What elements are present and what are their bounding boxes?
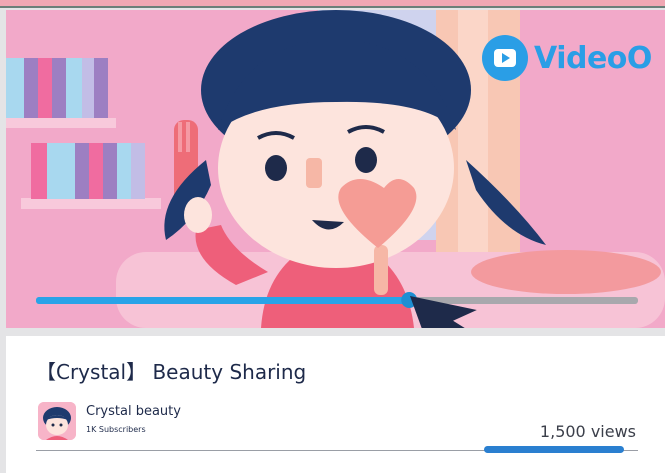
view-count: 1,500 views: [539, 422, 636, 441]
video-info-panel: 【Crystal】 Beauty Sharing Crystal beauty …: [6, 336, 665, 473]
brand-name: VideoO: [534, 40, 652, 76]
channel-name[interactable]: Crystal beauty: [86, 404, 181, 419]
progress-fill: [36, 297, 410, 304]
brand-logo: VideoO: [482, 34, 652, 82]
app-window: VideoO 【Crystal】 Beauty Sharing Crystal …: [0, 0, 665, 473]
video-title[interactable]: 【Crystal】 Beauty Sharing: [36, 356, 306, 385]
play-icon: [482, 35, 528, 81]
subscriber-count: 1K Subscribers: [86, 425, 146, 434]
view-meter-bar: [484, 446, 624, 453]
window-top-strip: [0, 0, 665, 8]
video-player[interactable]: VideoO: [6, 10, 665, 328]
avatar[interactable]: [38, 402, 76, 440]
